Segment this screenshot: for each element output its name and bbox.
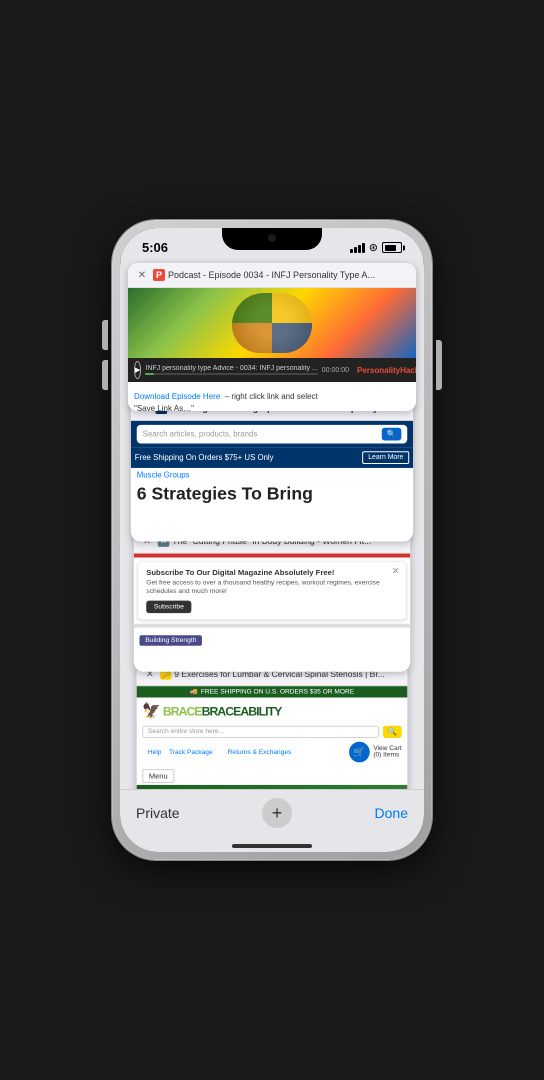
bb-shipping-bar: Free Shipping On Orders $75+ US Only Lea… [131,447,413,468]
home-bar [232,844,312,848]
home-indicator [120,840,424,852]
bb-learn-more-button[interactable]: Learn More [362,451,409,464]
ba-search-input[interactable]: Search entire store here... [142,726,379,738]
battery-icon [382,242,402,253]
tab-card-2[interactable]: ✕ B 6 Strategies To Bring Up Your Middle… [131,396,413,541]
done-button[interactable]: Done [375,805,408,821]
bottom-toolbar: Private + Done [120,789,424,840]
new-tab-button[interactable]: + [262,798,292,828]
cp-divider [134,624,410,628]
download-desc: – right click link and select [225,392,318,401]
tab-favicon-1: P [153,269,165,281]
private-tab-button[interactable]: Private [136,805,180,821]
progress-fill [145,373,154,375]
ba-cart-icon[interactable]: 🛒 [349,742,370,763]
ba-search-button[interactable]: 🔍 [383,726,402,738]
cp-popup-title: Subscribe To Our Digital Magazine Absolu… [146,568,398,577]
cp-brand-bar [134,554,410,558]
cp-subscribe-popup: ✕ Subscribe To Our Digital Magazine Abso… [138,561,407,620]
signal-icon [350,243,365,253]
tab-title-1: Podcast - Episode 0034 - INFJ Personalit… [168,270,410,280]
bb-search-placeholder: Search articles, products, brands [143,430,258,439]
cp-building-strength-tag[interactable]: Building Strength [140,635,203,646]
volume-up-button[interactable] [102,320,108,350]
power-button[interactable] [436,340,442,390]
tab-card-4[interactable]: ✕ 🔑 9 Exercises for Lumbar & Cervical Sp… [137,663,408,789]
ba-logo-text: BRACEBRACEABILITY [163,704,281,718]
tab-close-1[interactable]: ✕ [134,267,150,283]
ba-logo-icon: 🦅 [142,701,161,720]
ba-logo-area: 🦅 BRACEBRACEABILITY [137,698,408,724]
podcast-info: INFJ personality type Advice - 0034: INF… [145,365,317,375]
save-link-desc: "Save Link As…" [134,404,410,411]
bb-search-input[interactable]: Search articles, products, brands 🔍 [137,425,407,444]
bb-search-bar: Search articles, products, brands 🔍 [131,421,413,447]
bb-muscle-groups-link[interactable]: Muscle Groups [131,468,413,483]
ba-nav-links: Help Track Package Returns & Exchanges [142,747,297,757]
ba-returns-link[interactable]: Returns & Exchanges [228,749,292,756]
podcast-time: 00:00:00 [322,367,349,374]
ba-help-link[interactable]: Help [148,749,162,756]
podcast-content: Download Episode Here – right click link… [128,382,416,411]
wifi-icon: ⊛ [369,241,378,254]
ba-exercises-banner: 🏔 EXERCISESTO TREAT [137,785,408,789]
podcast-player: ▶ INFJ personality type Advice - 0034: I… [128,358,416,382]
ba-search-row: Search entire store here... 🔍 [137,724,408,740]
download-episode-link[interactable]: Download Episode Here [134,392,220,401]
ba-shipping-text: FREE SHIPPING ON U.S. ORDERS $35 OR MORE [201,689,354,696]
ba-track-link[interactable]: Track Package [169,749,213,756]
notch [222,228,322,250]
bb-article-title: 6 Strategies To Bring [131,483,413,506]
tab-card-1[interactable]: ✕ P Podcast - Episode 0034 - INFJ Person… [128,263,416,411]
status-time: 5:06 [142,240,168,255]
cp-subscribe-button[interactable]: Subscribe [146,601,191,613]
ba-cart-area: 🛒 View Cart (0) Items [349,742,402,763]
volume-down-button[interactable] [102,360,108,390]
phone-frame: 5:06 ⊛ [112,220,432,860]
bb-search-button[interactable]: 🔍 [382,428,402,441]
ba-shipping-bar: 🚚 FREE SHIPPING ON U.S. ORDERS $35 OR MO… [137,686,408,697]
cp-popup-close[interactable]: ✕ [392,566,400,577]
tab-header-1: ✕ P Podcast - Episode 0034 - INFJ Person… [128,263,416,288]
ph-watermark: PersonalityHacker.com [357,366,416,375]
bb-shipping-text: Free Shipping On Orders $75+ US Only [135,453,274,462]
status-icons: ⊛ [350,241,402,254]
tabs-area: ✕ P Podcast - Episode 0034 - INFJ Person… [120,259,424,789]
podcast-label: INFJ personality type Advice - 0034: INF… [145,365,317,372]
front-camera [268,234,276,242]
play-button[interactable]: ▶ [134,361,141,379]
podcast-thumbnail [128,288,416,358]
ba-cart-items: (0) Items [373,752,401,759]
progress-bar [145,373,317,375]
brain-image [232,293,312,353]
tab-card-3[interactable]: ✕ W The "Cutting Phase" In Body Building… [134,530,410,672]
ba-free-shipping-icon: 🚚 [190,688,198,696]
ba-menu-button[interactable]: Menu [142,769,174,783]
cp-popup-body: Get free access to over a thousand healt… [146,579,398,596]
